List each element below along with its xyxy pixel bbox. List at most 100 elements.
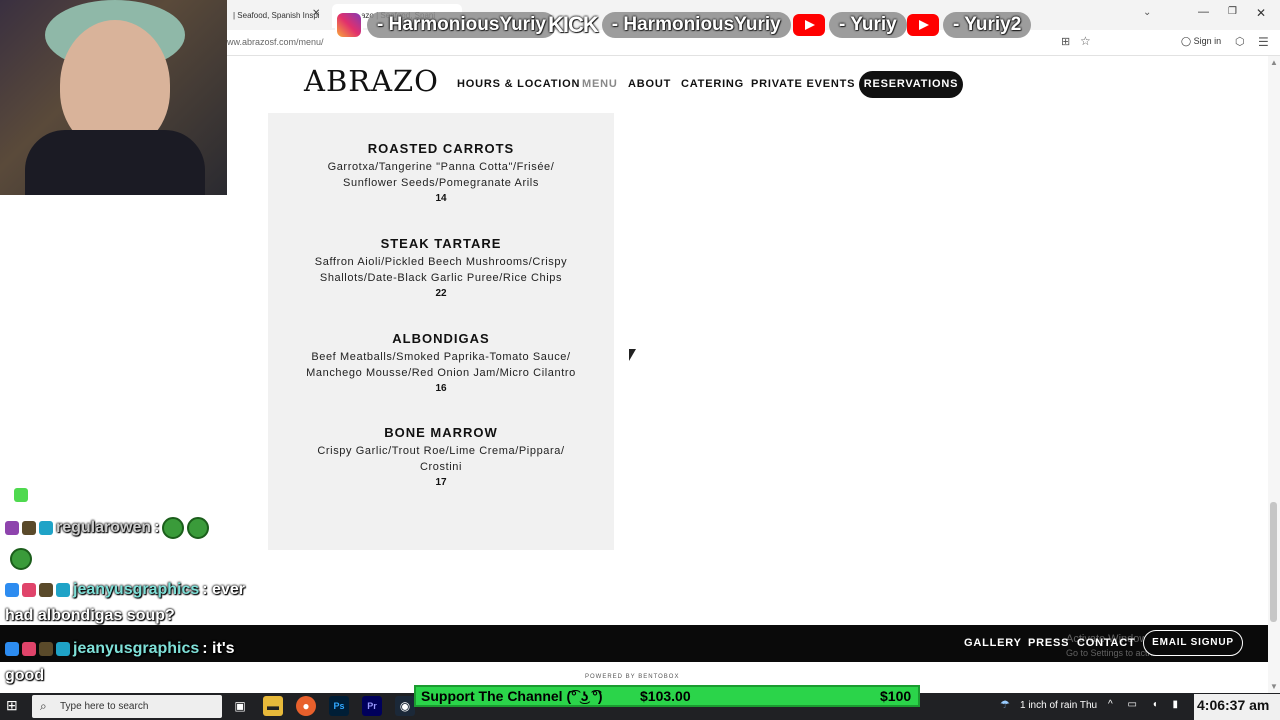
nav-catering[interactable]: CATERING: [681, 78, 744, 90]
menu-item-description: Beef Meatballs/Smoked Paprika-Tomato Sau…: [311, 351, 571, 363]
file-explorer-icon[interactable]: ▬: [263, 696, 283, 716]
scroll-up-icon[interactable]: ▲: [1270, 58, 1278, 67]
steam-icon[interactable]: ◉: [395, 696, 415, 716]
menu-item-name: ROASTED CARROTS: [367, 141, 515, 156]
chat-username[interactable]: jeanyusgraphics: [73, 640, 199, 658]
chat-username[interactable]: jeanyusgraphics: [73, 581, 199, 599]
badge-icon: [39, 583, 53, 597]
donation-goal-title: Support The Channel (͡° ͜ʖ ͡°): [421, 688, 603, 704]
weather-icon[interactable]: ☂: [1000, 698, 1010, 711]
footer-contact-link[interactable]: CONTACT: [1077, 637, 1136, 649]
badge-icon: [22, 583, 36, 597]
youtube-text-2: - Yuriy2: [943, 12, 1032, 38]
menu-item-name: STEAK TARTARE: [380, 236, 502, 251]
menu-item-price: 22: [435, 288, 447, 299]
minimize-icon[interactable]: —: [1198, 6, 1209, 18]
youtube-handle-1: - Yuriy: [793, 10, 907, 40]
photoshop-icon[interactable]: Ps: [329, 696, 349, 716]
youtube-icon: [793, 14, 825, 36]
install-app-icon[interactable]: ⊞: [1061, 35, 1070, 48]
kick-logo-icon: KICK: [548, 12, 599, 37]
badge-icon: [56, 642, 70, 656]
emote-icon: [14, 488, 28, 502]
donation-goal-target: $100: [880, 688, 912, 704]
nav-hours-location[interactable]: HOURS & LOCATION: [457, 78, 580, 90]
menu-item-price: 17: [435, 477, 447, 488]
youtube-icon: [907, 14, 939, 36]
weather-text[interactable]: 1 inch of rain Thu: [1020, 700, 1097, 711]
scroll-down-icon[interactable]: ▼: [1270, 682, 1278, 691]
close-window-icon[interactable]: ✕: [1256, 6, 1266, 20]
webcam-shirt: [25, 130, 205, 195]
menu-item-price: 16: [435, 383, 447, 394]
menu-item-description: Garrotxa/Tangerine "Panna Cotta"/Frisée/: [327, 161, 555, 173]
youtube-handle-2: - Yuriy2: [907, 10, 1032, 40]
kick-text: - HarmoniousYuriy: [601, 12, 791, 38]
badge-icon: [39, 642, 53, 656]
chat-message-continued: had albondigas soup?: [5, 607, 175, 624]
badge-icon: [39, 521, 53, 535]
emote-icon: [10, 548, 32, 570]
footer-gallery-link[interactable]: GALLERY: [964, 637, 1022, 649]
chat-text: : ever: [202, 581, 245, 598]
chat-text: :: [154, 519, 160, 536]
bookmark-star-icon[interactable]: ☆: [1080, 34, 1091, 48]
site-logo[interactable]: ABRAZO: [304, 64, 439, 98]
task-view-icon[interactable]: ▣: [230, 696, 250, 716]
emote-icon: [187, 517, 210, 539]
nav-menu[interactable]: MENU: [582, 78, 618, 90]
restore-icon[interactable]: ❐: [1228, 6, 1237, 17]
sign-in-button[interactable]: ◯ Sign in: [1181, 36, 1221, 47]
nav-private-events[interactable]: PRIVATE EVENTS: [751, 78, 855, 90]
chat-message: regularowen :: [5, 517, 210, 539]
chat-emote-line: [10, 548, 32, 570]
instagram-icon: [335, 11, 363, 39]
menu-item-description: Saffron Aioli/Pickled Beech Mushrooms/Cr…: [314, 256, 568, 268]
badge-icon: [5, 642, 19, 656]
search-icon: ⌕: [40, 699, 47, 713]
extensions-icon[interactable]: ⬡: [1235, 35, 1245, 48]
chat-message-continued: good: [5, 667, 45, 684]
email-signup-button[interactable]: EMAIL SIGNUP: [1143, 630, 1243, 656]
menu-item-description: Crispy Garlic/Trout Roe/Lime Crema/Pippa…: [317, 445, 565, 457]
chat-message: jeanyusgraphics : ever: [5, 581, 245, 599]
firefox-icon[interactable]: ●: [296, 696, 316, 716]
chevron-down-icon[interactable]: ⌄: [1143, 7, 1151, 18]
instagram-text: - HarmoniousYuriy: [367, 12, 556, 38]
menu-item-description: Manchego Mousse/Red Onion Jam/Micro Cila…: [306, 367, 576, 379]
start-icon[interactable]: ⊞: [6, 697, 18, 714]
menu-item-name: BONE MARROW: [384, 425, 498, 440]
menu-item-description: Shallots/Date-Black Garlic Puree/Rice Ch…: [319, 272, 563, 284]
webcam-overlay: [0, 0, 227, 195]
close-tab-icon[interactable]: ✕: [312, 8, 320, 19]
badge-icon: [56, 583, 70, 597]
premiere-icon[interactable]: Pr: [362, 696, 382, 716]
system-tray-icons[interactable]: ^ ▭ ◖ ▮: [1108, 699, 1184, 710]
chat-text: : it's: [202, 640, 235, 657]
browser-menu-icon[interactable]: ☰: [1258, 35, 1269, 49]
nav-about[interactable]: ABOUT: [628, 78, 671, 90]
donation-goal-current: $103.00: [640, 688, 691, 704]
url-field[interactable]: ww.abrazosf.com/menu/: [227, 37, 324, 47]
taskbar-search-placeholder: Type here to search: [60, 701, 149, 712]
menu-item-price: 14: [435, 193, 447, 204]
chat-message: jeanyusgraphics : it's: [5, 640, 235, 658]
badge-icon: [22, 521, 36, 535]
chat-emote-line: [14, 488, 28, 502]
kick-handle: KICK - HarmoniousYuriy: [548, 10, 791, 40]
menu-item-description: Sunflower Seeds/Pomegranate Arils: [343, 177, 539, 189]
chat-username[interactable]: regularowen: [56, 519, 151, 537]
sign-in-label: Sign in: [1193, 36, 1222, 46]
badge-icon: [22, 642, 36, 656]
powered-by-bentobox[interactable]: POWERED BY BENTOBOX: [585, 674, 679, 680]
reservations-button[interactable]: RESERVATIONS: [859, 71, 963, 98]
menu-item-description: Crostini: [419, 461, 463, 473]
instagram-handle: - HarmoniousYuriy: [335, 10, 556, 40]
badge-icon: [5, 583, 19, 597]
mouse-cursor-icon: [629, 349, 636, 361]
account-icon: ◯: [1181, 36, 1194, 46]
scrollbar-thumb[interactable]: [1270, 502, 1277, 622]
youtube-text-1: - Yuriy: [829, 12, 907, 38]
badge-icon: [5, 521, 19, 535]
footer-press-link[interactable]: PRESS: [1028, 637, 1069, 649]
